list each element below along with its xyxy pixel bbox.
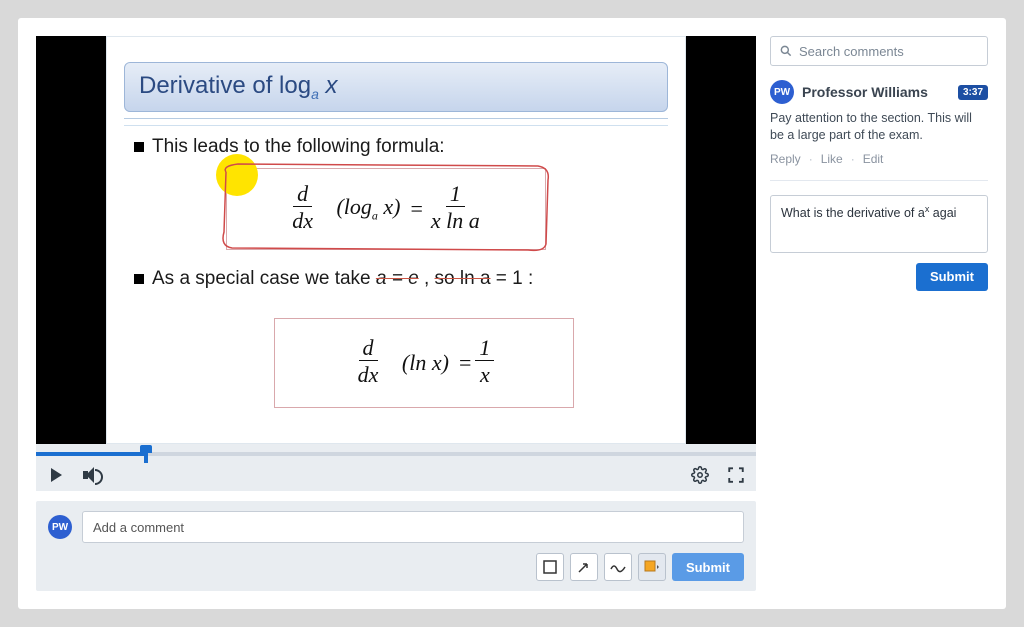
- tool-arrow[interactable]: [570, 553, 598, 581]
- formula-box-1: ddx (loga x) = 1x ln a: [226, 168, 546, 250]
- bullet-2-text: As a special case we take a = e , so ln …: [152, 268, 533, 290]
- arrow-icon: [577, 560, 591, 574]
- comment-body: Pay attention to the section. This will …: [770, 110, 988, 144]
- pillarbox-right: [686, 36, 756, 444]
- bullet-square-icon: [134, 142, 144, 152]
- reply-link[interactable]: Reply: [770, 152, 801, 166]
- progress-fill: [36, 452, 146, 456]
- tool-freehand[interactable]: [604, 553, 632, 581]
- avatar: PW: [770, 80, 794, 104]
- formula-1: ddx (loga x) = 1x ln a: [227, 169, 545, 249]
- video-progress[interactable]: [36, 444, 756, 459]
- bullet-line-1: This leads to the following formula:: [134, 136, 658, 158]
- freehand-icon: [610, 561, 626, 573]
- composer-submit-button[interactable]: Submit: [672, 553, 744, 581]
- like-link[interactable]: Like: [821, 152, 843, 166]
- edit-link[interactable]: Edit: [863, 152, 884, 166]
- play-button[interactable]: [46, 465, 66, 485]
- formula-2: ddx (ln x) = 1x: [275, 319, 573, 407]
- search-comments-input[interactable]: Search comments: [770, 36, 988, 66]
- reply-input[interactable]: What is the derivative of ax agai: [770, 195, 988, 253]
- slide-title-sub: a: [311, 86, 319, 102]
- video-controls: [36, 459, 756, 491]
- comment-author: Professor Williams: [802, 84, 950, 100]
- pillarbox-left: [36, 36, 106, 444]
- play-icon: [51, 468, 62, 482]
- color-swatch-icon: [644, 560, 660, 574]
- app-frame: Derivative of loga x This leads to the f…: [18, 18, 1006, 609]
- search-icon: [779, 44, 793, 58]
- comment-actions: Reply · Like · Edit: [770, 152, 988, 166]
- rectangle-icon: [543, 560, 557, 574]
- volume-icon: [83, 467, 101, 483]
- settings-button[interactable]: [690, 465, 710, 485]
- sidebar-submit-button[interactable]: Submit: [916, 263, 988, 291]
- bullet-1-text: This leads to the following formula:: [152, 136, 445, 158]
- slide-title-var: x: [319, 72, 338, 99]
- formula-box-2: ddx (ln x) = 1x: [274, 318, 574, 408]
- slide-title-prefix: Derivative of log: [139, 72, 311, 99]
- comment-item: PW Professor Williams 3:37 Pay attention…: [770, 80, 988, 166]
- bullet-line-2: As a special case we take a = e , so ln …: [134, 268, 533, 290]
- progress-thumb[interactable]: [140, 445, 152, 463]
- video-player: Derivative of loga x This leads to the f…: [36, 36, 756, 444]
- annotation-toolbar: Submit: [48, 553, 744, 581]
- cursor-highlight: [216, 154, 258, 196]
- slide-stage: Derivative of loga x This leads to the f…: [106, 36, 686, 444]
- fullscreen-icon: [727, 466, 745, 484]
- main-column: Derivative of loga x This leads to the f…: [36, 36, 756, 591]
- gear-icon: [691, 466, 709, 484]
- volume-button[interactable]: [82, 465, 102, 485]
- tool-color[interactable]: [638, 553, 666, 581]
- search-placeholder: Search comments: [799, 44, 904, 59]
- avatar: PW: [48, 515, 72, 539]
- divider: [770, 180, 988, 181]
- title-underline: [124, 118, 668, 126]
- comment-timestamp[interactable]: 3:37: [958, 85, 988, 100]
- fullscreen-button[interactable]: [726, 465, 746, 485]
- comment-input[interactable]: Add a comment: [82, 511, 744, 543]
- bullet-square-icon: [134, 274, 144, 284]
- tool-rectangle[interactable]: [536, 553, 564, 581]
- comments-sidebar: Search comments PW Professor Williams 3:…: [770, 36, 988, 591]
- slide-title: Derivative of loga x: [124, 62, 668, 112]
- slide-body: This leads to the following formula:: [134, 136, 658, 158]
- comment-composer: PW Add a comment Submit: [36, 501, 756, 591]
